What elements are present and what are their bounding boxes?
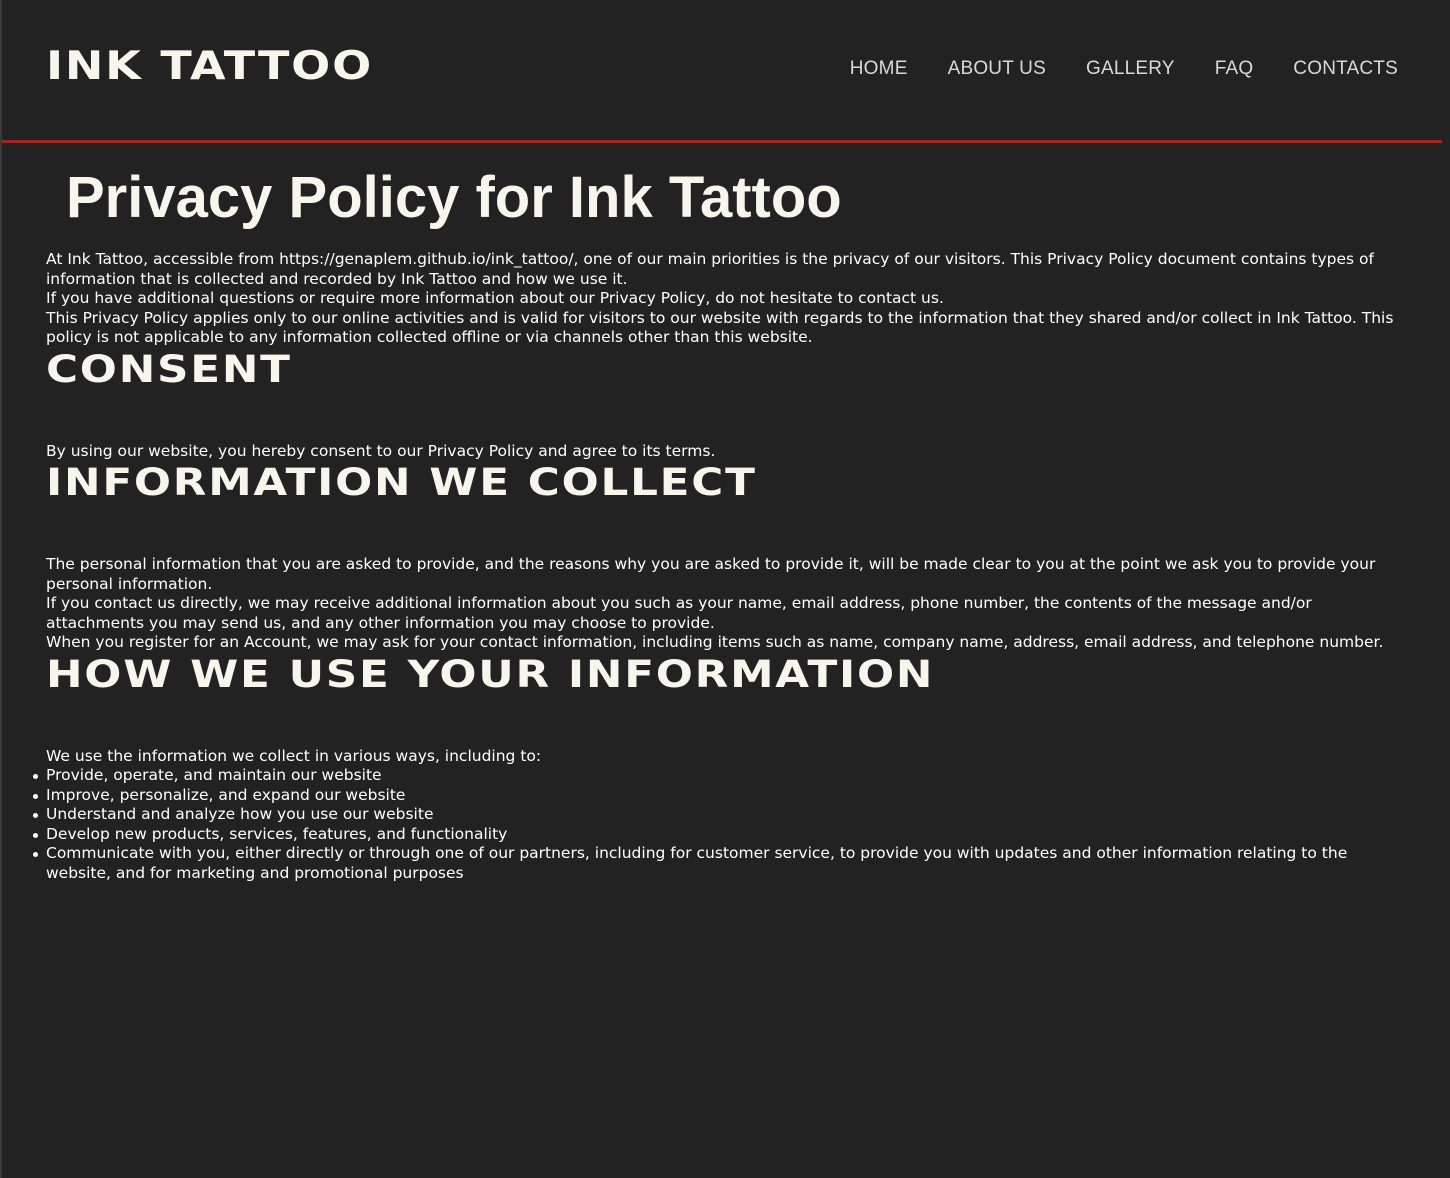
list-item: Develop new products, services, features… [33,825,1406,845]
list-item: Provide, operate, and maintain our websi… [33,766,1406,786]
use-info-heading: HOW WE USE YOUR INFORMATION [46,652,935,696]
list-item: Improve, personalize, and expand our web… [33,786,1406,806]
list-item: Understand and analyze how you use our w… [33,805,1406,825]
nav-home[interactable]: HOME [850,58,908,80]
use-info-body: We use the information we collect in var… [33,746,1406,884]
use-info-list: Provide, operate, and maintain our websi… [33,766,1406,883]
intro-paragraph: If you have additional questions or requ… [46,289,944,307]
site-header: INK TATTOO HOME ABOUT US GALLERY FAQ CON… [0,0,1450,143]
info-collect-paragraph: The personal information that you are as… [46,555,1376,593]
page-edge [0,0,2,1178]
list-item: Communicate with you, either directly or… [33,844,1406,883]
info-collect-paragraph: When you register for an Account, we may… [46,633,1384,651]
intro-paragraph: This Privacy Policy applies only to our … [46,308,1394,347]
site-logo[interactable]: INK TATTOO [46,44,373,89]
intro-block: At Ink Tattoo, accessible from https://g… [46,250,1406,348]
header-divider [2,140,1442,143]
info-collect-heading: INFORMATION WE COLLECT [46,461,757,504]
nav-contacts[interactable]: CONTACTS [1293,58,1398,80]
nav-about-us[interactable]: ABOUT US [948,58,1046,80]
page-title: Privacy Policy for Ink Tattoo [66,165,842,230]
main-nav: HOME ABOUT US GALLERY FAQ CONTACTS [850,58,1398,80]
nav-faq[interactable]: FAQ [1215,58,1254,80]
consent-paragraph: By using our website, you hereby consent… [46,441,716,460]
nav-gallery[interactable]: GALLERY [1086,58,1175,80]
use-info-lead: We use the information we collect in var… [46,746,542,765]
main-content: Privacy Policy for Ink Tattoo At Ink Tat… [33,165,1406,884]
intro-paragraph: At Ink Tattoo, accessible from https://g… [46,250,1374,288]
info-collect-paragraph: If you contact us directly, we may recei… [46,594,1312,632]
consent-body: By using our website, you hereby consent… [46,442,1406,462]
consent-heading: CONSENT [46,347,292,391]
info-collect-body: The personal information that you are as… [46,555,1406,653]
